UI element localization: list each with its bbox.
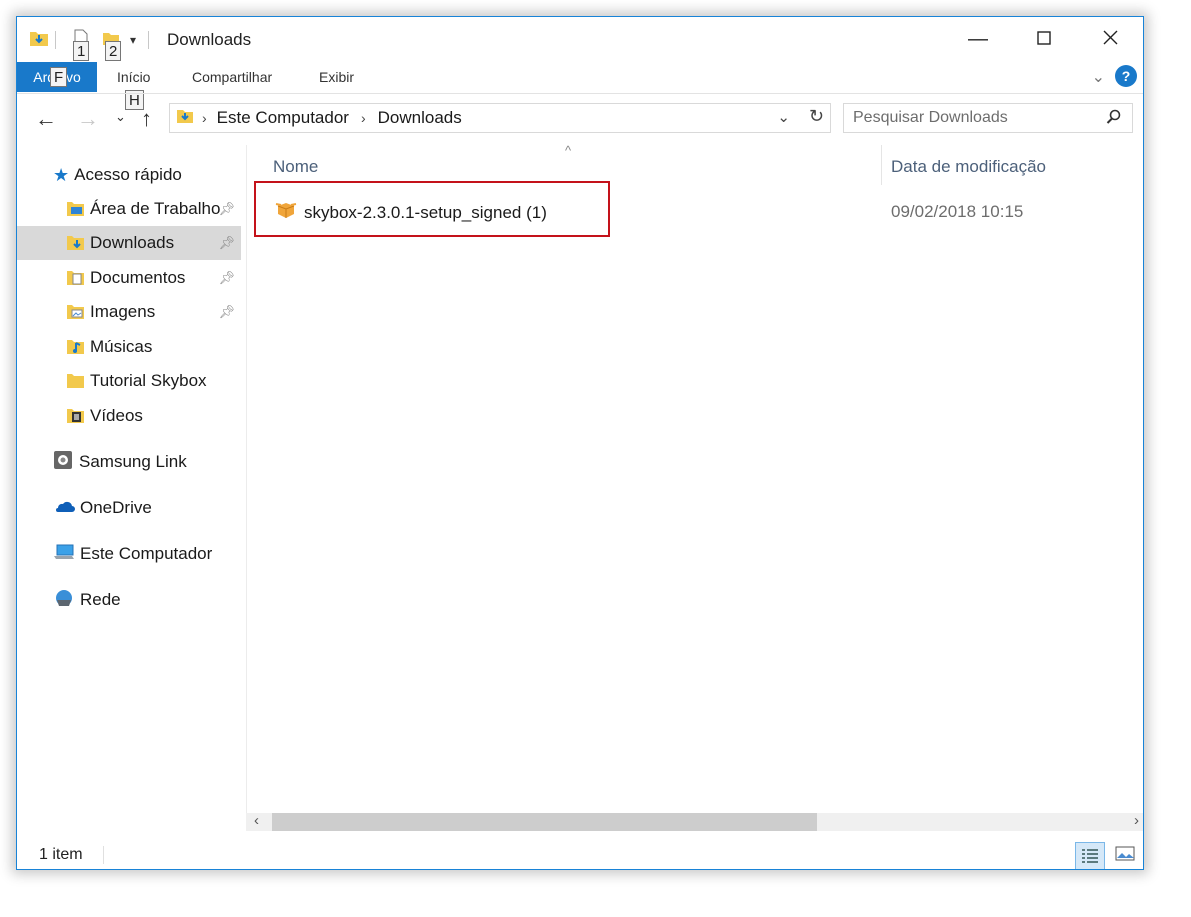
minimize-icon: —: [968, 27, 988, 50]
title-bar: ▾ 1 2 Downloads —: [17, 17, 1143, 61]
sidebar-item-label: Tutorial Skybox: [90, 371, 207, 390]
sidebar-item-this-pc[interactable]: Este Computador: [17, 537, 241, 571]
details-view-icon[interactable]: [1075, 842, 1105, 869]
videos-folder-icon: [67, 408, 84, 424]
sidebar-item-label: Acesso rápido: [74, 165, 182, 184]
column-header-name[interactable]: Nome: [273, 157, 318, 177]
network-icon: [53, 588, 75, 613]
customize-qat-icon[interactable]: ▾: [130, 33, 136, 47]
up-arrow-icon[interactable]: ↑: [141, 106, 152, 132]
qat-separator-2: [148, 31, 150, 49]
scrollbar-thumb[interactable]: [272, 813, 817, 831]
scroll-right-icon[interactable]: ›: [1134, 812, 1139, 829]
close-icon: [1103, 28, 1118, 51]
documents-folder-icon: [67, 270, 84, 286]
folder-icon: [67, 373, 84, 389]
pin-icon[interactable]: 📌︎: [218, 270, 235, 286]
sidebar-item-label: Imagens: [90, 302, 156, 321]
file-date-modified: 09/02/2018 10:15: [891, 202, 1024, 221]
sidebar-item-documents[interactable]: Documentos 📌︎: [17, 261, 241, 295]
recent-locations-chevron-icon[interactable]: ⌄: [115, 109, 126, 125]
pictures-folder-icon: [67, 304, 84, 320]
samsung-link-icon: [53, 450, 73, 475]
address-dropdown-icon[interactable]: ⌄: [777, 108, 790, 126]
window-title: Downloads: [167, 30, 252, 49]
sidebar-item-onedrive[interactable]: OneDrive: [17, 491, 241, 525]
forward-arrow-icon[interactable]: →: [77, 106, 99, 132]
refresh-icon[interactable]: ↻: [809, 106, 824, 127]
help-button[interactable]: ?: [1115, 65, 1137, 87]
keytip-qat-2: 2: [105, 41, 122, 61]
back-arrow-icon[interactable]: ←: [35, 106, 57, 132]
search-input[interactable]: Pesquisar Downloads: [843, 103, 1133, 133]
maximize-button[interactable]: [1011, 17, 1077, 61]
sidebar-item-label: Rede: [80, 590, 121, 609]
sidebar-item-downloads[interactable]: Downloads 📌︎: [17, 226, 241, 260]
downloads-folder-icon: [67, 235, 84, 251]
large-icons-view-icon[interactable]: [1115, 845, 1135, 868]
scroll-left-icon[interactable]: ‹: [254, 812, 259, 829]
search-placeholder: Pesquisar Downloads: [853, 109, 1008, 126]
sidebar-item-label: Samsung Link: [79, 452, 187, 471]
sidebar-item-quick-access[interactable]: ★ Acesso rápido: [17, 158, 241, 192]
chevron-right-icon[interactable]: ›: [361, 110, 366, 126]
sort-indicator-icon: ^: [565, 143, 572, 158]
sidebar-item-tutorial-skybox[interactable]: Tutorial Skybox: [17, 364, 241, 398]
sidebar-item-label: Downloads: [90, 233, 175, 252]
sidebar-item-network[interactable]: Rede: [17, 583, 241, 617]
pin-icon[interactable]: 📌︎: [218, 304, 235, 320]
ribbon-expand-icon[interactable]: ⌄: [1092, 67, 1105, 87]
desktop-folder-icon: [67, 201, 84, 217]
status-divider: [103, 846, 104, 864]
item-count: 1 item: [39, 846, 83, 863]
minimize-button[interactable]: —: [945, 17, 1011, 61]
sidebar-item-label: Músicas: [90, 337, 153, 356]
status-bar: 1 item: [17, 840, 1143, 869]
onedrive-cloud-icon: [53, 498, 75, 518]
column-divider[interactable]: [881, 145, 882, 185]
sidebar-item-label: Este Computador: [80, 544, 213, 563]
sidebar-item-label: Área de Trabalho: [90, 199, 221, 218]
navigation-pane: ★ Acesso rápido Área de Trabalho 📌︎ Down…: [17, 145, 245, 821]
breadcrumb-downloads[interactable]: Downloads: [378, 108, 462, 128]
address-bar[interactable]: › Este Computador › Downloads ⌄ ↻: [169, 103, 831, 133]
search-icon[interactable]: [1106, 109, 1122, 130]
breadcrumb-this-pc[interactable]: Este Computador: [217, 108, 349, 128]
annotation-highlight-box: [254, 181, 610, 237]
chevron-right-icon[interactable]: ›: [202, 110, 207, 126]
downloads-folder-icon: [176, 108, 194, 129]
quick-access-toolbar: ▾: [29, 29, 155, 51]
sidebar-item-label: Vídeos: [90, 406, 143, 425]
star-icon: ★: [53, 164, 70, 185]
folder-download-icon: [29, 29, 49, 52]
pin-icon[interactable]: 📌︎: [218, 235, 235, 251]
explorer-window: ▾ 1 2 Downloads — Arquivo F Início H Com…: [16, 16, 1144, 870]
sidebar-item-music[interactable]: Músicas: [17, 330, 241, 364]
sidebar-item-label: Documentos: [90, 268, 186, 287]
sidebar-item-desktop[interactable]: Área de Trabalho 📌︎: [17, 192, 241, 226]
close-button[interactable]: [1077, 17, 1143, 61]
column-header-date[interactable]: Data de modificação: [891, 157, 1046, 177]
tab-view[interactable]: Exibir: [319, 69, 354, 85]
keytip-qat-1: 1: [73, 41, 90, 61]
music-folder-icon: [67, 339, 84, 355]
computer-icon: [53, 543, 75, 566]
qat-separator: [55, 31, 56, 49]
sidebar-item-samsung-link[interactable]: Samsung Link: [17, 445, 241, 479]
sidebar-item-label: OneDrive: [80, 498, 152, 517]
file-list: ^ Nome Data de modificação skybox-2.3.0.…: [246, 143, 1143, 813]
sidebar-item-videos[interactable]: Vídeos: [17, 399, 241, 433]
pin-icon[interactable]: 📌︎: [218, 201, 235, 217]
keytip-file: F: [50, 67, 68, 87]
ribbon-tabs: Arquivo F Início H Compartilhar Exibir ⌄…: [17, 62, 1143, 110]
maximize-icon: [1037, 28, 1051, 51]
tab-home[interactable]: Início: [117, 69, 150, 85]
tab-share[interactable]: Compartilhar: [192, 69, 272, 85]
navigation-bar: ← → ⌄ ↑ › Este Computador › Downloads ⌄ …: [17, 93, 1143, 142]
sidebar-item-pictures[interactable]: Imagens 📌︎: [17, 295, 241, 329]
horizontal-scrollbar[interactable]: ‹ ›: [246, 812, 1143, 831]
